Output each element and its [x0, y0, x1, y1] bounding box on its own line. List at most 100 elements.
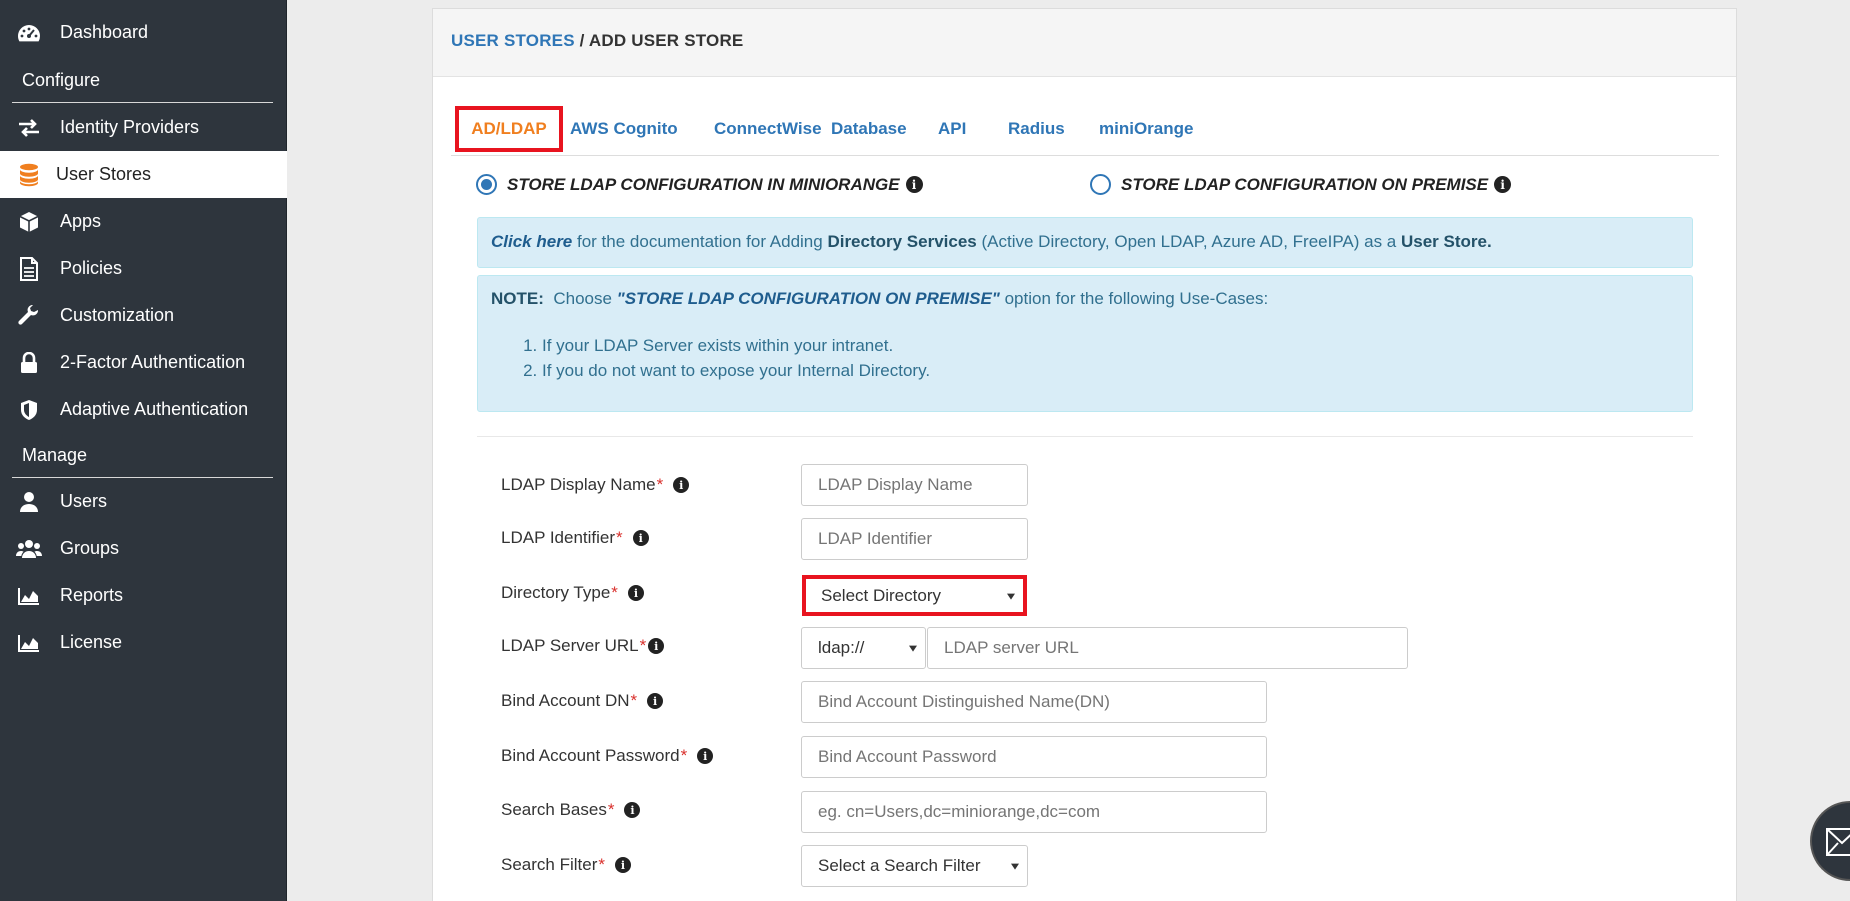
panel-header: USER STORES / ADD USER STORE	[433, 9, 1736, 77]
documentation-alert: Click here for the documentation for Add…	[477, 217, 1693, 268]
required-mark: *	[639, 636, 647, 655]
sidebar-item-dashboard[interactable]: Dashboard	[0, 9, 287, 56]
mail-icon	[1826, 828, 1850, 856]
documentation-link[interactable]: Click here	[491, 232, 572, 251]
sidebar-item-identity-providers[interactable]: Identity Providers	[0, 104, 287, 151]
note-alert: NOTE: Choose "STORE LDAP CONFIGURATION O…	[477, 275, 1693, 412]
required-mark: *	[656, 475, 664, 494]
ldap-display-name-label: LDAP Display Name * i	[501, 475, 690, 495]
doc-text: (Active Directory, Open LDAP, Azure AD, …	[976, 232, 1401, 251]
info-icon[interactable]: i	[1494, 176, 1512, 193]
tab-database[interactable]: Database	[831, 119, 907, 139]
sidebar-item-reports[interactable]: Reports	[0, 572, 287, 619]
note-text: Choose	[543, 289, 617, 308]
radio-store-in-miniorange[interactable]: STORE LDAP CONFIGURATION IN MINIORANGE i	[476, 174, 923, 195]
note-label: NOTE:	[491, 289, 544, 308]
wrench-icon	[16, 304, 42, 328]
sidebar-item-adaptive-auth[interactable]: Adaptive Authentication	[0, 386, 287, 433]
required-mark: *	[611, 583, 618, 602]
sidebar-item-label: Identity Providers	[60, 117, 200, 137]
exchange-icon	[16, 116, 42, 140]
users-icon	[16, 537, 42, 561]
breadcrumb: USER STORES / ADD USER STORE	[451, 31, 743, 51]
info-icon[interactable]: i	[905, 176, 923, 193]
search-bases-input[interactable]	[801, 791, 1267, 833]
required-mark: *	[607, 800, 615, 819]
radio-label: STORE LDAP CONFIGURATION ON PREMISE	[1121, 174, 1489, 194]
tab-api[interactable]: API	[938, 119, 966, 139]
search-filter-label: Search Filter * i	[501, 855, 631, 875]
sidebar-item-2fa[interactable]: 2-Factor Authentication	[0, 339, 287, 386]
sidebar-item-label: 2-Factor Authentication	[60, 352, 246, 372]
label-text: LDAP Server URL	[501, 636, 639, 655]
radio-store-on-premise[interactable]: STORE LDAP CONFIGURATION ON PREMISE i	[1090, 174, 1512, 195]
tab-ad-ldap[interactable]: AD/LDAP	[455, 106, 563, 152]
tab-aws-cognito[interactable]: AWS Cognito	[570, 119, 678, 139]
chevron-down-icon	[909, 645, 917, 652]
sidebar-item-users[interactable]: Users	[0, 478, 287, 525]
lock-icon	[16, 351, 42, 375]
sidebar-item-customization[interactable]: Customization	[0, 292, 287, 339]
required-mark: *	[630, 691, 638, 710]
label-text: LDAP Display Name	[501, 475, 656, 494]
doc-bold: Directory Services	[827, 232, 977, 251]
chevron-down-icon	[1011, 863, 1019, 870]
info-icon[interactable]: i	[627, 585, 644, 601]
sidebar-item-label: Apps	[60, 211, 102, 231]
required-mark: *	[680, 746, 688, 765]
sidebar-item-user-stores[interactable]: User Stores	[0, 151, 287, 198]
tab-radius[interactable]: Radius	[1008, 119, 1065, 139]
label-text: Bind Account Password	[501, 746, 680, 765]
bind-account-password-input[interactable]	[801, 736, 1267, 778]
doc-text: for the documentation for Adding	[572, 232, 828, 251]
sidebar-item-license[interactable]: License	[0, 619, 287, 666]
info-icon[interactable]: i	[632, 530, 649, 546]
radio-label: STORE LDAP CONFIGURATION IN MINIORANGE	[507, 174, 900, 194]
info-icon[interactable]: i	[673, 477, 690, 493]
sidebar-item-policies[interactable]: Policies	[0, 245, 287, 292]
radio-button[interactable]	[476, 174, 497, 195]
required-mark: *	[616, 528, 623, 547]
info-icon[interactable]: i	[647, 693, 664, 709]
info-icon[interactable]: i	[697, 748, 714, 764]
label-text: Directory Type	[501, 583, 611, 602]
breadcrumb-separator: /	[574, 31, 589, 50]
ldap-identifier-input[interactable]	[801, 518, 1028, 560]
ldap-server-url-label: LDAP Server URL * i	[501, 636, 665, 656]
chevron-down-icon	[1007, 593, 1015, 600]
list-item: If your LDAP Server exists within your i…	[542, 333, 1679, 358]
contact-support-button[interactable]	[1810, 801, 1850, 881]
bind-account-password-label: Bind Account Password * i	[501, 746, 714, 766]
document-icon	[16, 256, 42, 281]
bind-account-dn-label: Bind Account DN * i	[501, 691, 664, 711]
area-chart-icon	[16, 631, 42, 655]
info-icon[interactable]: i	[615, 857, 631, 873]
sidebar-item-label: User Stores	[56, 164, 152, 184]
tab-miniorange[interactable]: miniOrange	[1099, 119, 1193, 139]
search-bases-label: Search Bases * i	[501, 800, 641, 820]
sidebar-item-groups[interactable]: Groups	[0, 525, 287, 572]
ldap-display-name-input[interactable]	[801, 464, 1028, 506]
bind-account-dn-input[interactable]	[801, 681, 1267, 723]
label-text: Bind Account DN	[501, 691, 630, 710]
ldap-server-url-input[interactable]	[927, 627, 1408, 669]
list-item: If you do not want to expose your Intern…	[542, 358, 1679, 383]
user-store-tabs: AD/LDAP AWS Cognito ConnectWise Database…	[451, 97, 1719, 156]
shield-icon	[16, 398, 42, 422]
sidebar-item-apps[interactable]: Apps	[0, 198, 287, 245]
user-icon	[16, 490, 42, 514]
directory-type-select[interactable]: Select Directory	[802, 575, 1027, 616]
info-icon[interactable]: i	[624, 802, 641, 818]
radio-button[interactable]	[1090, 174, 1111, 195]
sidebar-item-label: Reports	[60, 585, 124, 605]
tab-connectwise[interactable]: ConnectWise	[714, 119, 822, 139]
breadcrumb-link-user-stores[interactable]: USER STORES	[451, 31, 575, 50]
note-list: If your LDAP Server exists within your i…	[491, 333, 1679, 383]
info-icon[interactable]: i	[648, 638, 665, 654]
dashboard-icon	[16, 21, 42, 45]
sidebar-item-label: Dashboard	[60, 22, 149, 42]
search-filter-select[interactable]: Select a Search Filter	[801, 845, 1028, 887]
sidebar: Dashboard Configure Identity Providers U…	[0, 0, 287, 901]
area-chart-icon	[16, 584, 42, 608]
ldap-protocol-select[interactable]: ldap://	[801, 627, 926, 669]
